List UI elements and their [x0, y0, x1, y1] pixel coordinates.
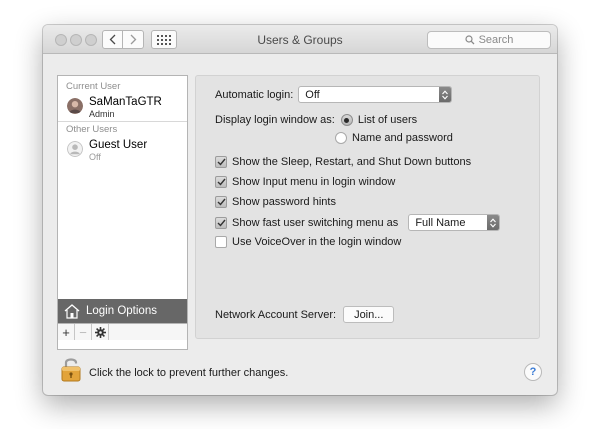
current-user-label: Current User — [66, 81, 121, 92]
fast-user-switching-checkbox[interactable] — [215, 216, 227, 229]
show-password-hints-label: Show password hints — [232, 196, 336, 208]
display-login-window-row: Display login window as: List of users — [215, 114, 417, 126]
person-icon — [67, 141, 83, 157]
updown-arrows-icon — [439, 87, 452, 102]
checkbox-row: Show Input menu in login window — [215, 176, 395, 188]
name-password-row: Name and password — [335, 132, 453, 144]
show-sleep-restart-checkbox[interactable] — [215, 156, 227, 168]
gear-icon — [94, 326, 106, 338]
house-icon — [64, 303, 80, 319]
lock-icon[interactable] — [60, 356, 82, 382]
fast-user-switching-label: Show fast user switching menu as — [232, 216, 399, 229]
checkbox-row: Use VoiceOver in the login window — [215, 236, 401, 248]
current-user-role: Admin — [89, 109, 115, 119]
voiceover-checkbox[interactable] — [215, 236, 227, 248]
updown-arrows-icon — [487, 215, 500, 230]
users-sidebar: Current User SaManTaGTR Admin Other User… — [57, 75, 188, 350]
join-button[interactable]: Join... — [343, 306, 395, 323]
search-icon — [464, 35, 475, 45]
checkmark-icon — [217, 178, 226, 186]
checkbox-row: Show the Sleep, Restart, and Shut Down b… — [215, 156, 471, 168]
checkmark-icon — [217, 198, 226, 206]
name-and-password-radio[interactable] — [335, 132, 347, 144]
list-of-users-label: List of users — [357, 114, 418, 126]
checkmark-icon — [217, 219, 226, 227]
section-divider — [58, 121, 187, 122]
login-options-label: Login Options — [86, 305, 157, 317]
users-groups-window: Users & Groups Search Current User SaMan… — [43, 25, 557, 395]
list-of-users-radio[interactable] — [340, 114, 353, 126]
show-password-hints-checkbox[interactable] — [215, 196, 227, 208]
voiceover-label: Use VoiceOver in the login window — [232, 236, 402, 248]
checkbox-row: Show fast user switching menu as Full Na… — [215, 214, 501, 231]
display-login-window-label: Display login window as: — [215, 114, 335, 126]
guest-user-item[interactable]: Guest User Off — [58, 138, 187, 164]
search-placeholder: Search — [478, 34, 514, 46]
current-user-name: SaManTaGTR — [89, 96, 162, 108]
help-button[interactable]: ? — [524, 363, 542, 381]
checkbox-row: Show password hints — [215, 196, 336, 208]
other-users-label: Other Users — [66, 124, 118, 135]
network-account-row: Network Account Server: Join... — [215, 306, 395, 323]
guest-user-name: Guest User — [89, 139, 148, 151]
login-options-panel: Automatic login: Off Display login windo… — [195, 75, 540, 339]
automatic-login-popup[interactable]: Off — [298, 86, 453, 103]
network-account-label: Network Account Server: — [215, 308, 337, 321]
search-field[interactable]: Search — [427, 31, 551, 49]
user-avatar — [67, 98, 83, 114]
remove-user-button[interactable]: − — [75, 324, 92, 340]
automatic-login-value: Off — [305, 88, 320, 101]
current-user-item[interactable]: SaManTaGTR Admin — [58, 95, 187, 121]
name-and-password-label: Name and password — [352, 132, 453, 144]
action-menu-button[interactable] — [92, 324, 109, 340]
automatic-login-label: Automatic login: — [215, 88, 294, 101]
show-sleep-restart-label: Show the Sleep, Restart, and Shut Down b… — [232, 156, 472, 168]
lock-instruction: Click the lock to prevent further change… — [89, 367, 289, 379]
sidebar-toolbar: + − — [58, 323, 187, 340]
title-bar: Users & Groups Search — [43, 25, 557, 54]
checkmark-icon — [217, 158, 226, 166]
show-input-menu-checkbox[interactable] — [215, 176, 227, 188]
login-options-item[interactable]: Login Options — [58, 299, 187, 323]
show-input-menu-label: Show Input menu in login window — [232, 176, 396, 188]
add-user-button[interactable]: + — [58, 324, 75, 340]
fast-user-switching-value: Full Name — [415, 216, 466, 229]
guest-user-status: Off — [89, 152, 101, 162]
fast-user-switching-popup[interactable]: Full Name — [408, 214, 501, 231]
automatic-login-row: Automatic login: Off — [215, 86, 453, 103]
guest-avatar — [67, 141, 83, 157]
